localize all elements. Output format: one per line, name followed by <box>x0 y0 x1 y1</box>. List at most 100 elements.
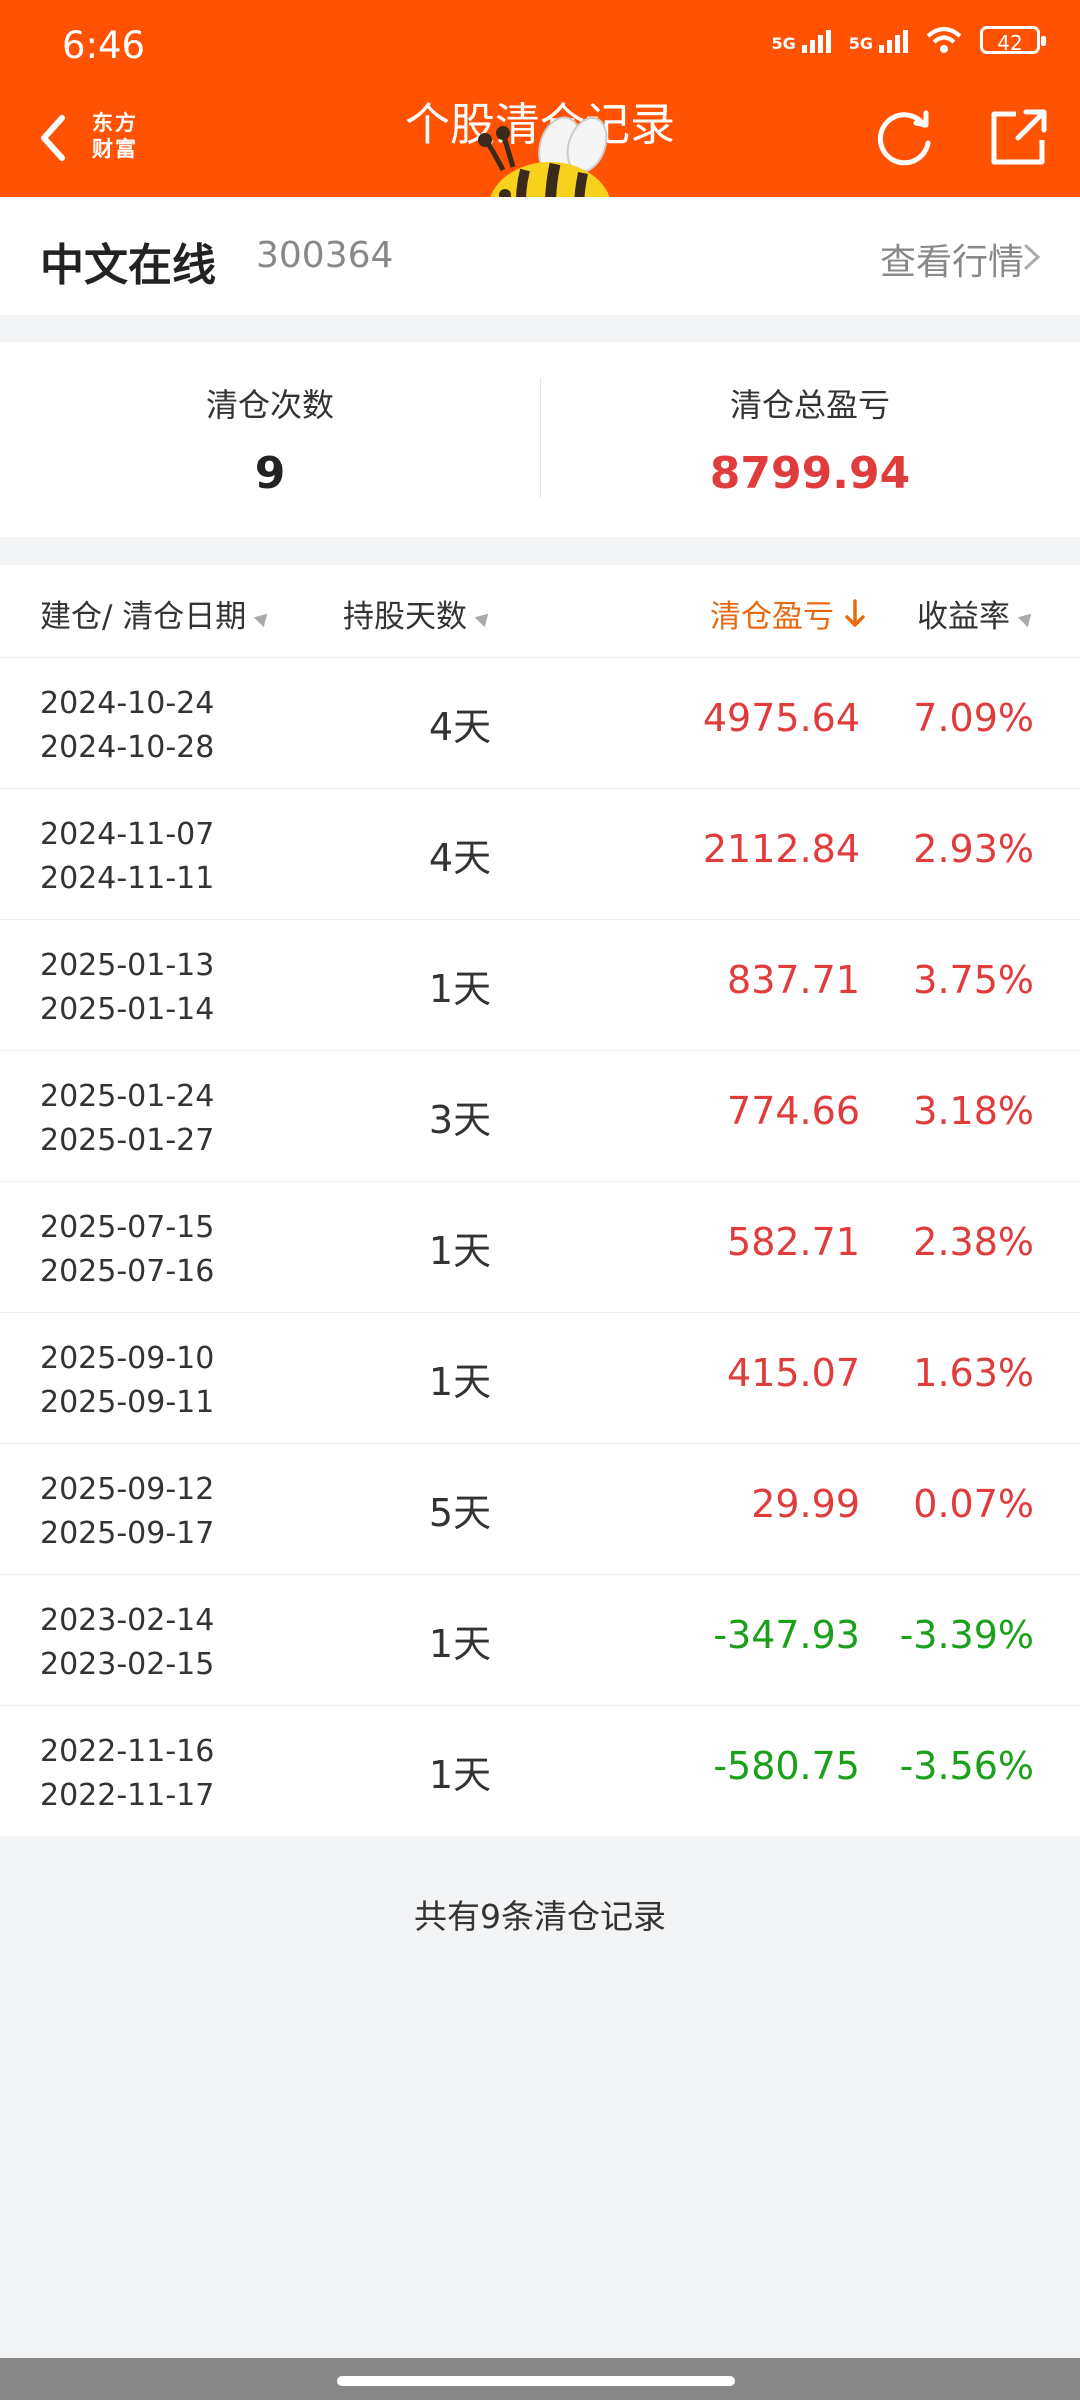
close-date: 2025-07-16 <box>40 1254 215 1289</box>
holding-days: 1天 <box>428 1622 492 1666</box>
table-row[interactable]: 2025-09-10 2025-09-11 1天 415.07 1.63% <box>0 1313 1080 1444</box>
summary-card: 清仓次数 9 清仓总盈亏 8799.94 <box>0 342 1080 537</box>
clear-pl: 4975.64 <box>702 696 860 740</box>
open-date: 2025-07-15 <box>40 1210 215 1245</box>
sort-desc-arrow-icon <box>845 598 865 627</box>
clear-pl: 415.07 <box>727 1351 860 1395</box>
holding-days: 5天 <box>428 1491 492 1535</box>
wifi-icon <box>926 27 962 53</box>
sort-days-header[interactable]: 持股天数 <box>343 591 494 636</box>
close-date: 2025-09-17 <box>40 1516 215 1551</box>
status-icons: 5G 5G 42 <box>771 26 1046 55</box>
open-date: 2024-11-07 <box>40 817 215 852</box>
sort-icon <box>254 608 273 627</box>
stock-code: 300364 <box>256 235 394 276</box>
holding-days: 3天 <box>428 1098 492 1142</box>
return-rate: 2.93% <box>913 827 1034 871</box>
stock-info-bar: 中文在线 300364 查看行情 <box>0 197 1080 315</box>
date-cell: 2025-07-15 2025-07-16 <box>40 1206 214 1294</box>
signal-icon: 5G <box>771 27 831 53</box>
sort-pl-header[interactable]: 清仓盈亏 <box>710 591 866 636</box>
table-row[interactable]: 2025-07-15 2025-07-16 1天 582.71 2.38% <box>0 1182 1080 1313</box>
clear-pl: 774.66 <box>727 1089 860 1133</box>
total-pl-value: 8799.94 <box>709 448 911 499</box>
return-rate: -3.39% <box>899 1613 1034 1657</box>
holding-days: 4天 <box>428 705 492 749</box>
table-row[interactable]: 2024-11-07 2024-11-11 4天 2112.84 2.93% <box>0 789 1080 920</box>
close-date: 2022-11-17 <box>40 1778 215 1813</box>
table-row[interactable]: 2024-10-24 2024-10-28 4天 4975.64 7.09% <box>0 658 1080 789</box>
return-rate: 2.38% <box>913 1220 1034 1264</box>
battery-icon: 42 <box>980 26 1046 55</box>
table-row[interactable]: 2025-01-24 2025-01-27 3天 774.66 3.18% <box>0 1051 1080 1182</box>
open-date: 2025-09-12 <box>40 1472 215 1507</box>
open-date: 2023-02-14 <box>40 1603 215 1638</box>
header-label: 收益率 <box>917 599 1010 635</box>
sort-icon <box>474 608 494 627</box>
sort-date-header[interactable]: 建仓/ 清仓日期 <box>40 591 273 636</box>
total-pl-label: 清仓总盈亏 <box>729 386 890 424</box>
stock-name: 中文在线 <box>40 240 216 291</box>
clear-count-label: 清仓次数 <box>205 386 334 424</box>
close-date: 2024-11-11 <box>40 861 215 896</box>
signal-icon: 5G <box>849 27 908 53</box>
return-rate: 7.09% <box>913 696 1034 740</box>
holding-days: 1天 <box>428 1360 492 1404</box>
table-header: 建仓/ 清仓日期 持股天数 清仓盈亏 收益率 <box>0 565 1080 658</box>
header-label: 建仓/ 清仓日期 <box>40 599 247 635</box>
date-cell: 2025-09-12 2025-09-17 <box>40 1468 214 1556</box>
clear-pl: 29.99 <box>751 1482 860 1526</box>
refresh-button[interactable] <box>872 105 938 171</box>
date-cell: 2025-01-13 2025-01-14 <box>40 944 214 1032</box>
open-date: 2024-10-24 <box>40 686 215 721</box>
clear-pl: 582.71 <box>727 1220 860 1264</box>
header-label: 清仓盈亏 <box>710 599 834 635</box>
table-row[interactable]: 2025-01-13 2025-01-14 1天 837.71 3.75% <box>0 920 1080 1051</box>
return-rate: 3.18% <box>913 1089 1034 1133</box>
return-rate: -3.56% <box>899 1744 1034 1788</box>
open-date: 2025-01-24 <box>40 1079 215 1114</box>
open-date: 2022-11-16 <box>40 1734 215 1769</box>
sort-rate-header[interactable]: 收益率 <box>917 591 1037 636</box>
network-type-label: 5G <box>848 34 873 53</box>
close-date: 2025-09-11 <box>40 1385 215 1420</box>
holding-days: 1天 <box>428 1753 492 1797</box>
date-cell: 2024-11-07 2024-11-11 <box>40 813 214 901</box>
share-button[interactable] <box>988 106 1050 168</box>
clear-records-table: 建仓/ 清仓日期 持股天数 清仓盈亏 收益率 2024-10-24 2024-10… <box>0 565 1080 1836</box>
open-date: 2025-09-10 <box>40 1341 215 1376</box>
date-cell: 2024-10-24 2024-10-28 <box>40 682 214 770</box>
home-indicator[interactable] <box>337 2376 735 2386</box>
return-rate: 0.07% <box>913 1482 1034 1526</box>
clear-pl: -347.93 <box>713 1613 860 1657</box>
clear-count-stat: 清仓次数 9 <box>0 380 540 499</box>
close-date: 2024-10-28 <box>40 730 215 765</box>
network-type-label: 5G <box>771 34 796 53</box>
clear-pl: 2112.84 <box>702 827 860 871</box>
chevron-right-icon[interactable] <box>1022 243 1042 271</box>
status-time: 6:46 <box>62 24 146 67</box>
holding-days: 1天 <box>428 1229 492 1273</box>
holding-days: 4天 <box>428 836 492 880</box>
record-count-footer: 共有9条清仓记录 <box>414 1897 666 1936</box>
sort-icon <box>1017 608 1037 627</box>
table-row[interactable]: 2022-11-16 2022-11-17 1天 -580.75 -3.56% <box>0 1706 1080 1836</box>
clear-count-value: 9 <box>254 448 286 499</box>
return-rate: 1.63% <box>913 1351 1034 1395</box>
clear-pl: 837.71 <box>727 958 860 1002</box>
header-label: 持股天数 <box>343 599 467 635</box>
table-row[interactable]: 2023-02-14 2023-02-15 1天 -347.93 -3.39% <box>0 1575 1080 1706</box>
close-date: 2025-01-14 <box>40 992 215 1027</box>
total-pl-stat: 清仓总盈亏 8799.94 <box>540 380 1080 499</box>
close-date: 2025-01-27 <box>40 1123 215 1158</box>
view-market-link[interactable]: 查看行情 <box>880 233 1024 285</box>
open-date: 2025-01-13 <box>40 948 215 983</box>
date-cell: 2022-11-16 2022-11-17 <box>40 1730 214 1818</box>
close-date: 2023-02-15 <box>40 1647 215 1682</box>
table-row[interactable]: 2025-09-12 2025-09-17 5天 29.99 0.07% <box>0 1444 1080 1575</box>
date-cell: 2025-01-24 2025-01-27 <box>40 1075 214 1163</box>
return-rate: 3.75% <box>913 958 1034 1002</box>
holding-days: 1天 <box>428 967 492 1011</box>
date-cell: 2023-02-14 2023-02-15 <box>40 1599 214 1687</box>
date-cell: 2025-09-10 2025-09-11 <box>40 1337 214 1425</box>
